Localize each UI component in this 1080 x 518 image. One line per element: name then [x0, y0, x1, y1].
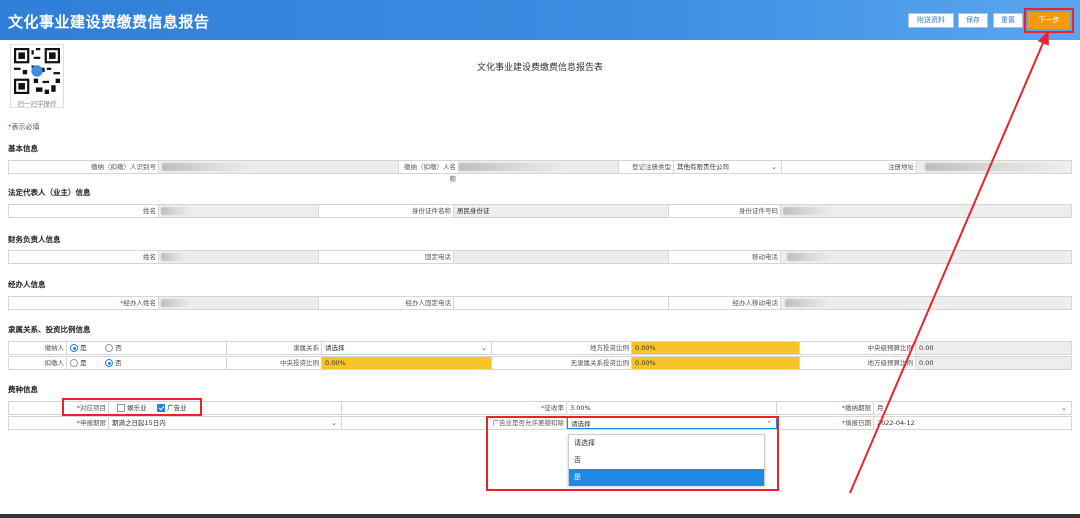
- window-bottom-edge: [0, 514, 1080, 518]
- annotation-arrow: [849, 30, 1049, 494]
